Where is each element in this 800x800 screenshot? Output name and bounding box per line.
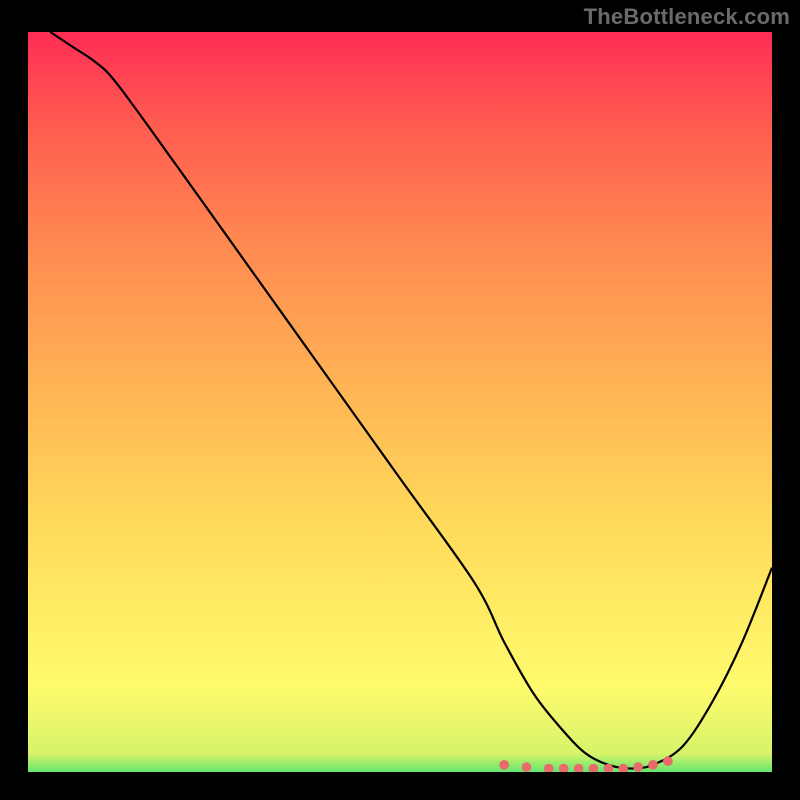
valley-dot xyxy=(633,762,643,772)
valley-dot xyxy=(574,764,584,772)
valley-markers xyxy=(499,756,672,772)
attribution-text: TheBottleneck.com xyxy=(584,4,790,30)
valley-dot xyxy=(589,764,599,772)
valley-dot xyxy=(544,764,554,772)
bottleneck-curve xyxy=(50,32,772,769)
chart-svg xyxy=(28,32,772,772)
valley-dot xyxy=(522,762,532,772)
valley-dot xyxy=(618,764,628,772)
valley-dot xyxy=(663,756,673,766)
chart-container: TheBottleneck.com xyxy=(0,0,800,800)
plot-area xyxy=(28,32,772,772)
valley-dot xyxy=(499,760,509,770)
valley-dot xyxy=(559,764,569,772)
valley-dot xyxy=(648,760,658,770)
